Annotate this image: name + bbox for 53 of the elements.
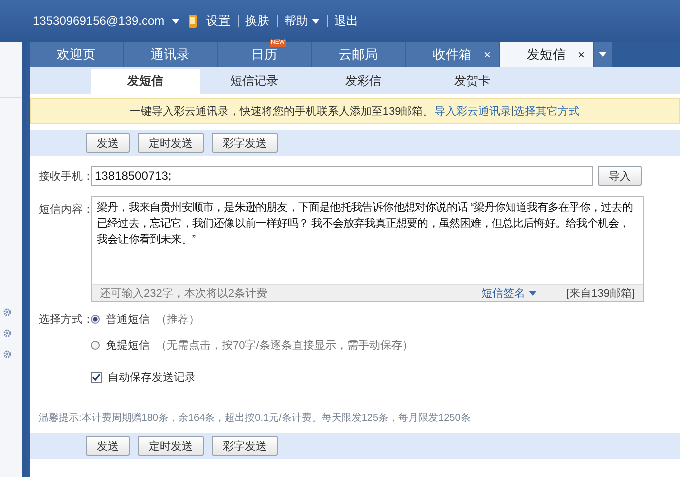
top-link[interactable]: 设置 xyxy=(206,12,231,30)
phone-field[interactable]: 13818500713; xyxy=(91,166,593,186)
import-button[interactable]: 导入 xyxy=(598,166,642,186)
sub-tab[interactable]: 发彩信 xyxy=(309,69,418,94)
separator: | xyxy=(511,105,514,117)
gear-icon[interactable] xyxy=(3,350,12,359)
checkbox[interactable] xyxy=(91,372,102,383)
phone-icon[interactable] xyxy=(188,14,197,28)
tip-text: 温馨提示:本计费周期赠180条，余164条，超出按0.1元/条计费。每天限发125条，每月限发1250条 xyxy=(38,412,472,425)
gear-icon[interactable] xyxy=(3,308,12,317)
top-link[interactable]: 退出 xyxy=(334,12,359,30)
notice-link[interactable]: 选择其它方式 xyxy=(514,104,580,118)
caret-icon xyxy=(172,18,180,24)
caret-icon xyxy=(528,290,537,296)
caret-icon xyxy=(312,18,320,24)
remaining-count: 还可输入232字，本次将以2条计费 xyxy=(100,286,268,300)
toolbar-button[interactable]: 定时发送 xyxy=(138,436,204,456)
sub-tab[interactable]: 短信记录 xyxy=(200,69,309,94)
radio-button[interactable] xyxy=(91,341,100,350)
account-menu[interactable]: 13530969156@139.com xyxy=(33,14,180,28)
toolbar-button[interactable]: 发送 xyxy=(86,133,130,153)
option-label[interactable]: 免提短信 xyxy=(106,338,150,353)
option-note: （无需点击，按70字/条逐条直接显示，需手动保存） xyxy=(156,338,414,353)
field-label: 短信内容： xyxy=(39,202,91,218)
tab[interactable]: 通讯录 xyxy=(124,42,218,67)
toolbar-button[interactable]: 定时发送 xyxy=(138,133,204,153)
sub-tab[interactable]: 发贺卡 xyxy=(418,69,527,94)
close-icon[interactable]: × xyxy=(484,48,491,62)
source-tag: [来自139邮箱] xyxy=(566,286,635,300)
toolbar-button[interactable]: 发送 xyxy=(86,436,130,456)
radio-button[interactable] xyxy=(91,315,100,324)
field-label: 接收手机： xyxy=(39,170,91,184)
caret-icon xyxy=(599,52,607,57)
top-link[interactable]: 换肤 xyxy=(246,12,270,30)
gear-icon[interactable] xyxy=(3,329,12,338)
top-link[interactable]: 帮助 xyxy=(284,12,320,30)
tab[interactable]: 收件箱 × xyxy=(406,42,500,67)
checkbox-label[interactable]: 自动保存发送记录 xyxy=(108,370,196,385)
toolbar-button[interactable]: 彩字发送 xyxy=(212,133,278,153)
tab[interactable]: 发短信 × xyxy=(500,42,594,67)
signature-menu[interactable]: 短信签名 xyxy=(482,286,537,300)
tab-menu-button[interactable] xyxy=(594,42,612,67)
tab[interactable]: 欢迎页 xyxy=(30,42,124,67)
option-note: （推荐） xyxy=(156,312,200,327)
option-label[interactable]: 普通短信 xyxy=(106,312,150,327)
sub-tab[interactable]: 发短信 xyxy=(91,69,200,94)
toolbar-button[interactable]: 彩字发送 xyxy=(212,436,278,456)
tab[interactable]: 云邮局 xyxy=(312,42,406,67)
notice-link[interactable]: 导入彩云通讯录 xyxy=(434,104,512,118)
close-icon[interactable]: × xyxy=(578,48,585,62)
notice-text: 一键导入彩云通讯录，快速将您的手机联系人添加至139邮箱。 xyxy=(130,104,434,118)
message-field[interactable]: 梁丹，我来自贵州安顺市，是朱逊的朋友，下面是他托我告诉你他想对你说的话 “梁丹你知道我有多在乎你，过去的已经过去，忘记它，我们还像以前一样好吗？ 我不会放弃我真正想要的，虽然困难，但总比后悔好。给我个机会，我会让你看到未来。” xyxy=(91,196,644,284)
field-label: 选择方式： xyxy=(39,312,91,328)
